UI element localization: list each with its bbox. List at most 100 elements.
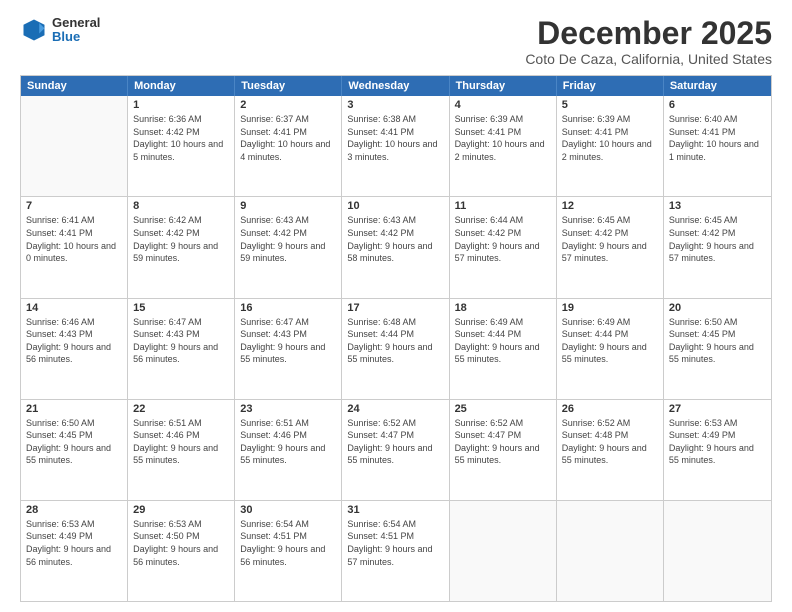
day-info: Sunrise: 6:54 AMSunset: 4:51 PMDaylight:… <box>240 518 336 568</box>
calendar-cell: 26Sunrise: 6:52 AMSunset: 4:48 PMDayligh… <box>557 400 664 500</box>
day-number: 14 <box>26 302 122 314</box>
calendar-cell: 12 Sunrise: 6:45 AMSunset: 4:42 PMDayligh… <box>557 197 664 297</box>
day-info: Sunrise: 6:51 AMSunset: 4:46 PMDaylight:… <box>240 417 336 467</box>
calendar-cell: 28 Sunrise: 6:53 AMSunset: 4:49 PMDayligh… <box>21 501 128 601</box>
day-number: 13 <box>669 200 766 212</box>
day-number: 6 <box>669 99 766 111</box>
day-number: 18 <box>455 302 551 314</box>
day-number: 8 <box>133 200 229 212</box>
logo-blue-text: Blue <box>52 30 100 44</box>
calendar-header-cell: Saturday <box>664 76 771 96</box>
day-info: Sunrise: 6:53 AMSunset: 4:49 PMDaylight:… <box>26 518 122 568</box>
calendar-cell: 19Sunrise: 6:49 AMSunset: 4:44 PMDayligh… <box>557 299 664 399</box>
calendar-cell: 31 Sunrise: 6:54 AMSunset: 4:51 PMDayligh… <box>342 501 449 601</box>
header: General Blue December 2025 Coto De Caza,… <box>20 16 772 67</box>
day-info: Sunrise: 6:49 AMSunset: 4:44 PMDaylight:… <box>455 316 551 366</box>
main-title: December 2025 <box>525 16 772 51</box>
logo: General Blue <box>20 16 100 45</box>
day-number: 24 <box>347 403 443 415</box>
day-number: 21 <box>26 403 122 415</box>
day-number: 19 <box>562 302 658 314</box>
calendar-cell: 15 Sunrise: 6:47 AMSunset: 4:43 PMDayligh… <box>128 299 235 399</box>
calendar-cell <box>21 96 128 196</box>
calendar-cell: 13 Sunrise: 6:45 AMSunset: 4:42 PMDayligh… <box>664 197 771 297</box>
day-number: 2 <box>240 99 336 111</box>
day-number: 28 <box>26 504 122 516</box>
calendar-cell: 20 Sunrise: 6:50 AMSunset: 4:45 PMDayligh… <box>664 299 771 399</box>
calendar-cell: 8 Sunrise: 6:42 AMSunset: 4:42 PMDaylight… <box>128 197 235 297</box>
day-info: Sunrise: 6:41 AMSunset: 4:41 PMDaylight:… <box>26 214 122 264</box>
day-number: 31 <box>347 504 443 516</box>
calendar-cell: 9Sunrise: 6:43 AMSunset: 4:42 PMDaylight… <box>235 197 342 297</box>
day-info: Sunrise: 6:52 AMSunset: 4:47 PMDaylight:… <box>347 417 443 467</box>
calendar-week: 14 Sunrise: 6:46 AMSunset: 4:43 PMDayligh… <box>21 299 771 400</box>
calendar-cell: 11Sunrise: 6:44 AMSunset: 4:42 PMDayligh… <box>450 197 557 297</box>
day-info: Sunrise: 6:53 AMSunset: 4:50 PMDaylight:… <box>133 518 229 568</box>
calendar-cell: 29 Sunrise: 6:53 AMSunset: 4:50 PMDayligh… <box>128 501 235 601</box>
calendar-cell: 16Sunrise: 6:47 AMSunset: 4:43 PMDayligh… <box>235 299 342 399</box>
day-number: 17 <box>347 302 443 314</box>
calendar-header-cell: Wednesday <box>342 76 449 96</box>
day-number: 4 <box>455 99 551 111</box>
day-number: 30 <box>240 504 336 516</box>
calendar-cell: 18 Sunrise: 6:49 AMSunset: 4:44 PMDayligh… <box>450 299 557 399</box>
day-info: Sunrise: 6:40 AMSunset: 4:41 PMDaylight:… <box>669 113 766 163</box>
calendar-cell: 5Sunrise: 6:39 AMSunset: 4:41 PMDaylight… <box>557 96 664 196</box>
calendar: SundayMondayTuesdayWednesdayThursdayFrid… <box>20 75 772 602</box>
day-number: 11 <box>455 200 551 212</box>
day-number: 15 <box>133 302 229 314</box>
calendar-header-cell: Monday <box>128 76 235 96</box>
calendar-week: 28 Sunrise: 6:53 AMSunset: 4:49 PMDayligh… <box>21 501 771 601</box>
day-info: Sunrise: 6:42 AMSunset: 4:42 PMDaylight:… <box>133 214 229 264</box>
calendar-cell: 6 Sunrise: 6:40 AMSunset: 4:41 PMDaylight… <box>664 96 771 196</box>
day-info: Sunrise: 6:43 AMSunset: 4:42 PMDaylight:… <box>347 214 443 264</box>
subtitle: Coto De Caza, California, United States <box>525 51 772 67</box>
day-info: Sunrise: 6:36 AMSunset: 4:42 PMDaylight:… <box>133 113 229 163</box>
logo-icon <box>20 16 48 44</box>
day-number: 23 <box>240 403 336 415</box>
calendar-header-cell: Friday <box>557 76 664 96</box>
day-number: 12 <box>562 200 658 212</box>
calendar-cell: 14 Sunrise: 6:46 AMSunset: 4:43 PMDayligh… <box>21 299 128 399</box>
calendar-week: 1 Sunrise: 6:36 AMSunset: 4:42 PMDaylight… <box>21 96 771 197</box>
calendar-cell: 3 Sunrise: 6:38 AMSunset: 4:41 PMDaylight… <box>342 96 449 196</box>
day-number: 25 <box>455 403 551 415</box>
day-info: Sunrise: 6:51 AMSunset: 4:46 PMDaylight:… <box>133 417 229 467</box>
title-block: December 2025 Coto De Caza, California, … <box>525 16 772 67</box>
logo-text: General Blue <box>52 16 100 45</box>
day-number: 29 <box>133 504 229 516</box>
calendar-cell: 30 Sunrise: 6:54 AMSunset: 4:51 PMDayligh… <box>235 501 342 601</box>
calendar-cell <box>664 501 771 601</box>
calendar-header-cell: Sunday <box>21 76 128 96</box>
day-info: Sunrise: 6:43 AMSunset: 4:42 PMDaylight:… <box>240 214 336 264</box>
day-number: 10 <box>347 200 443 212</box>
day-info: Sunrise: 6:45 AMSunset: 4:42 PMDaylight:… <box>669 214 766 264</box>
calendar-cell: 7 Sunrise: 6:41 AMSunset: 4:41 PMDaylight… <box>21 197 128 297</box>
day-info: Sunrise: 6:45 AMSunset: 4:42 PMDaylight:… <box>562 214 658 264</box>
logo-general-text: General <box>52 16 100 30</box>
day-info: Sunrise: 6:47 AMSunset: 4:43 PMDaylight:… <box>240 316 336 366</box>
day-info: Sunrise: 6:52 AMSunset: 4:47 PMDaylight:… <box>455 417 551 467</box>
day-info: Sunrise: 6:48 AMSunset: 4:44 PMDaylight:… <box>347 316 443 366</box>
calendar-week: 21 Sunrise: 6:50 AMSunset: 4:45 PMDayligh… <box>21 400 771 501</box>
page: General Blue December 2025 Coto De Caza,… <box>0 0 792 612</box>
calendar-cell: 27 Sunrise: 6:53 AMSunset: 4:49 PMDayligh… <box>664 400 771 500</box>
calendar-cell: 4 Sunrise: 6:39 AMSunset: 4:41 PMDaylight… <box>450 96 557 196</box>
day-number: 1 <box>133 99 229 111</box>
day-info: Sunrise: 6:54 AMSunset: 4:51 PMDaylight:… <box>347 518 443 568</box>
day-number: 7 <box>26 200 122 212</box>
day-info: Sunrise: 6:46 AMSunset: 4:43 PMDaylight:… <box>26 316 122 366</box>
day-number: 3 <box>347 99 443 111</box>
day-number: 27 <box>669 403 766 415</box>
day-number: 5 <box>562 99 658 111</box>
calendar-cell: 25 Sunrise: 6:52 AMSunset: 4:47 PMDayligh… <box>450 400 557 500</box>
day-info: Sunrise: 6:52 AMSunset: 4:48 PMDaylight:… <box>562 417 658 467</box>
day-number: 20 <box>669 302 766 314</box>
day-info: Sunrise: 6:50 AMSunset: 4:45 PMDaylight:… <box>26 417 122 467</box>
day-info: Sunrise: 6:47 AMSunset: 4:43 PMDaylight:… <box>133 316 229 366</box>
day-info: Sunrise: 6:50 AMSunset: 4:45 PMDaylight:… <box>669 316 766 366</box>
calendar-cell: 21 Sunrise: 6:50 AMSunset: 4:45 PMDayligh… <box>21 400 128 500</box>
day-info: Sunrise: 6:53 AMSunset: 4:49 PMDaylight:… <box>669 417 766 467</box>
day-info: Sunrise: 6:38 AMSunset: 4:41 PMDaylight:… <box>347 113 443 163</box>
day-info: Sunrise: 6:39 AMSunset: 4:41 PMDaylight:… <box>455 113 551 163</box>
